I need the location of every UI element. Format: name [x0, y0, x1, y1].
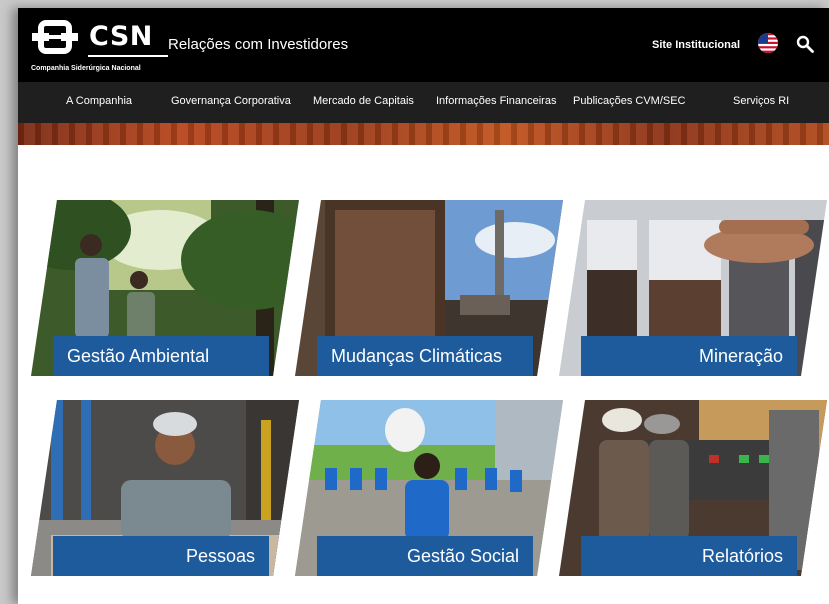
browser-page: CSN Companhia Siderúrgica Nacional Relaç…	[18, 8, 829, 604]
tile-label: Mudanças Climáticas	[317, 336, 533, 376]
nav-governanca-corporativa[interactable]: Governança Corporativa	[171, 95, 291, 107]
tile-pessoas[interactable]: Pessoas	[31, 400, 299, 576]
csn-logo-icon	[32, 20, 78, 54]
page-title[interactable]: Relações com Investidores	[168, 36, 348, 53]
csn-logo[interactable]: CSN Companhia Siderúrgica Nacional	[31, 18, 172, 78]
tile-label: Pessoas	[53, 536, 269, 576]
tile-gestao-social[interactable]: Gestão Social	[295, 400, 563, 576]
tile-label: Relatórios	[581, 536, 797, 576]
main-navigation: A Companhia Governança Corporativa Merca…	[18, 82, 829, 123]
tile-label: Gestão Social	[317, 536, 533, 576]
tile-label: Gestão Ambiental	[53, 336, 269, 376]
tile-relatorios[interactable]: Relatórios	[559, 400, 827, 576]
nav-publicacoes-cvm-sec[interactable]: Publicações CVM/SEC	[573, 95, 686, 107]
tile-mudancas-climaticas[interactable]: Mudanças Climáticas	[295, 200, 563, 376]
tile-gestao-ambiental[interactable]: Gestão Ambiental	[31, 200, 299, 376]
nav-a-companhia[interactable]: A Companhia	[66, 95, 132, 107]
search-icon[interactable]	[796, 35, 814, 58]
hero-banner-image	[18, 123, 829, 145]
nav-mercado-de-capitais[interactable]: Mercado de Capitais	[313, 95, 414, 107]
tile-mineracao[interactable]: Mineração	[559, 200, 827, 376]
top-header: CSN Companhia Siderúrgica Nacional Relaç…	[18, 8, 829, 82]
site-institucional-link[interactable]: Site Institucional	[652, 39, 740, 51]
us-flag-icon[interactable]	[758, 33, 778, 58]
logo-divider	[88, 55, 168, 57]
tile-label: Mineração	[581, 336, 797, 376]
logo-text: CSN	[89, 21, 153, 52]
nav-servicos-ri[interactable]: Serviços RI	[733, 95, 789, 107]
nav-informacoes-financeiras[interactable]: Informações Financeiras	[436, 95, 556, 107]
logo-subtitle: Companhia Siderúrgica Nacional	[31, 65, 141, 72]
